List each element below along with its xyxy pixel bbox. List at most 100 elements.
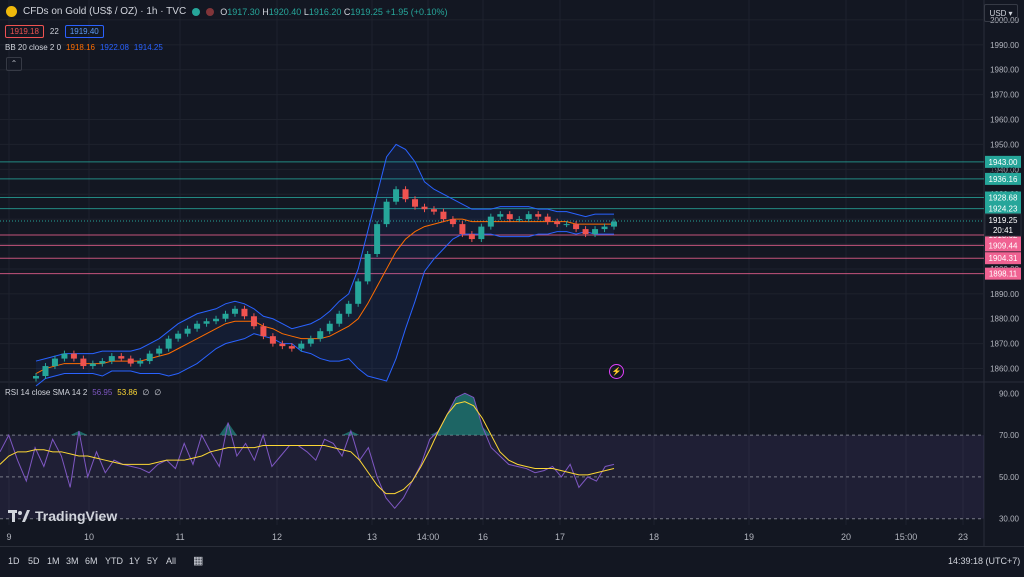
sell-price-button[interactable]: 1919.18 (5, 25, 44, 38)
rsi-tick-label: 90.00 (999, 389, 1020, 398)
range-6m-button[interactable]: 6M (85, 556, 98, 566)
candle-body (156, 348, 163, 354)
level-badge-label: 1898.11 (989, 270, 1018, 279)
candle-body (611, 221, 617, 227)
time-tick-label: 12 (272, 532, 282, 542)
price-tick-label: 1890.00 (990, 290, 1019, 299)
range-1y-button[interactable]: 1Y (129, 556, 140, 566)
lightning-icon[interactable]: ⚡ (609, 364, 624, 379)
candle-body (184, 328, 191, 334)
candle-body (516, 219, 523, 221)
price-tick-label: 1970.00 (990, 91, 1019, 100)
candle-body (544, 216, 551, 222)
candle-body (402, 189, 409, 200)
candle-body (279, 343, 286, 347)
time-tick-label: 13 (367, 532, 377, 542)
range-5d-button[interactable]: 5D (28, 556, 40, 566)
candle-body (364, 254, 371, 282)
clock-readout[interactable]: 14:39:18 (UTC+7) (948, 556, 1020, 566)
candle-body (535, 214, 542, 217)
candle-body (345, 303, 352, 314)
time-tick-label: 19 (744, 532, 754, 542)
bottom-toolbar: 1D 5D 1M 3M 6M YTD 1Y 5Y All ▦ 14:39:18 … (0, 546, 1024, 577)
last-price-label: 1919.25 (989, 216, 1018, 225)
candle-body (563, 224, 570, 226)
currency-selector[interactable]: USD ▾ (984, 4, 1018, 22)
candle-body (468, 234, 475, 240)
candle-body (89, 363, 96, 367)
candle-body (336, 313, 343, 324)
range-3m-button[interactable]: 3M (66, 556, 79, 566)
candle-body (326, 323, 333, 332)
time-tick-label: 18 (649, 532, 659, 542)
range-5y-button[interactable]: 5Y (147, 556, 158, 566)
price-tick-label: 1870.00 (990, 340, 1019, 349)
candle-body (269, 336, 276, 344)
candle-body (33, 376, 39, 379)
range-1d-button[interactable]: 1D (8, 556, 20, 566)
candle-body (449, 219, 456, 225)
rsi-tick-label: 30.00 (999, 515, 1020, 524)
candle-body (317, 331, 324, 339)
buy-price-button[interactable]: 1919.40 (64, 25, 104, 38)
candle-body (137, 361, 144, 364)
level-badge-label: 1924.23 (989, 205, 1018, 214)
range-ytd-button[interactable]: YTD (105, 556, 123, 566)
rsi-indicator-legend[interactable]: RSI 14 close SMA 14 2 56.95 53.86 ∅ ∅ (5, 388, 161, 397)
level-badge-label: 1909.44 (989, 241, 1018, 250)
bar-countdown-label: 20:41 (993, 226, 1014, 235)
candle-body (213, 318, 220, 322)
candle-body (222, 313, 229, 319)
price-chart[interactable]: 1860.001870.001880.001890.001900.001910.… (0, 0, 1024, 546)
candle-body (108, 356, 115, 362)
candle-body (203, 321, 210, 324)
candle-body (260, 326, 267, 337)
gold-symbol-icon (6, 6, 17, 17)
candle-body (478, 226, 485, 240)
candle-body (582, 229, 589, 235)
range-1m-button[interactable]: 1M (47, 556, 60, 566)
symbol-title[interactable]: CFDs on Gold (US$ / OZ) · 1h · TVC (23, 6, 186, 17)
price-tick-label: 1990.00 (990, 41, 1019, 50)
time-tick-label: 11 (175, 532, 184, 542)
bb-indicator-legend[interactable]: BB 20 close 2 0 1918.16 1922.08 1914.25 (5, 43, 163, 52)
level-badge-label: 1943.00 (989, 158, 1018, 167)
candle-body (80, 358, 87, 367)
candle-body (573, 224, 580, 230)
market-open-icon (192, 7, 201, 16)
calendar-icon[interactable]: ▦ (193, 554, 203, 567)
price-tick-label: 1880.00 (990, 315, 1019, 324)
candle-body (127, 358, 134, 364)
time-tick-label: 17 (555, 532, 565, 542)
time-tick-label: 10 (84, 532, 94, 542)
time-tick-label: 15:00 (895, 532, 918, 542)
rsi-tick-label: 50.00 (999, 473, 1020, 482)
candle-body (146, 353, 153, 362)
price-tick-label: 1950.00 (990, 140, 1019, 149)
candle-body (430, 209, 437, 212)
candle-body (497, 214, 504, 217)
candle-body (175, 333, 182, 339)
market-status-icon (206, 7, 215, 16)
candle-body (393, 189, 400, 202)
candle-body (70, 353, 77, 359)
chevron-up-icon[interactable]: ⌃ (6, 57, 22, 71)
candle-body (525, 214, 532, 220)
candle-body (412, 199, 419, 207)
time-tick-label: 23 (958, 532, 968, 542)
time-tick-label: 16 (478, 532, 488, 542)
candle-body (374, 224, 381, 254)
candle-body (601, 226, 608, 230)
candle-body (554, 221, 561, 225)
chevron-down-icon: ▾ (1008, 8, 1013, 18)
range-all-button[interactable]: All (166, 556, 176, 566)
tradingview-logo[interactable]: TradingView (8, 508, 117, 524)
candle-body (440, 211, 447, 220)
ohlc-values: O1917.30 H1920.40 L1916.20 C1919.25 +1.9… (220, 6, 448, 17)
candle-body (355, 281, 362, 304)
tradingview-logo-icon (8, 510, 30, 522)
candle-body (383, 201, 390, 225)
spread-value: 22 (49, 27, 59, 36)
candle-body (42, 366, 49, 377)
candle-body (231, 308, 238, 314)
